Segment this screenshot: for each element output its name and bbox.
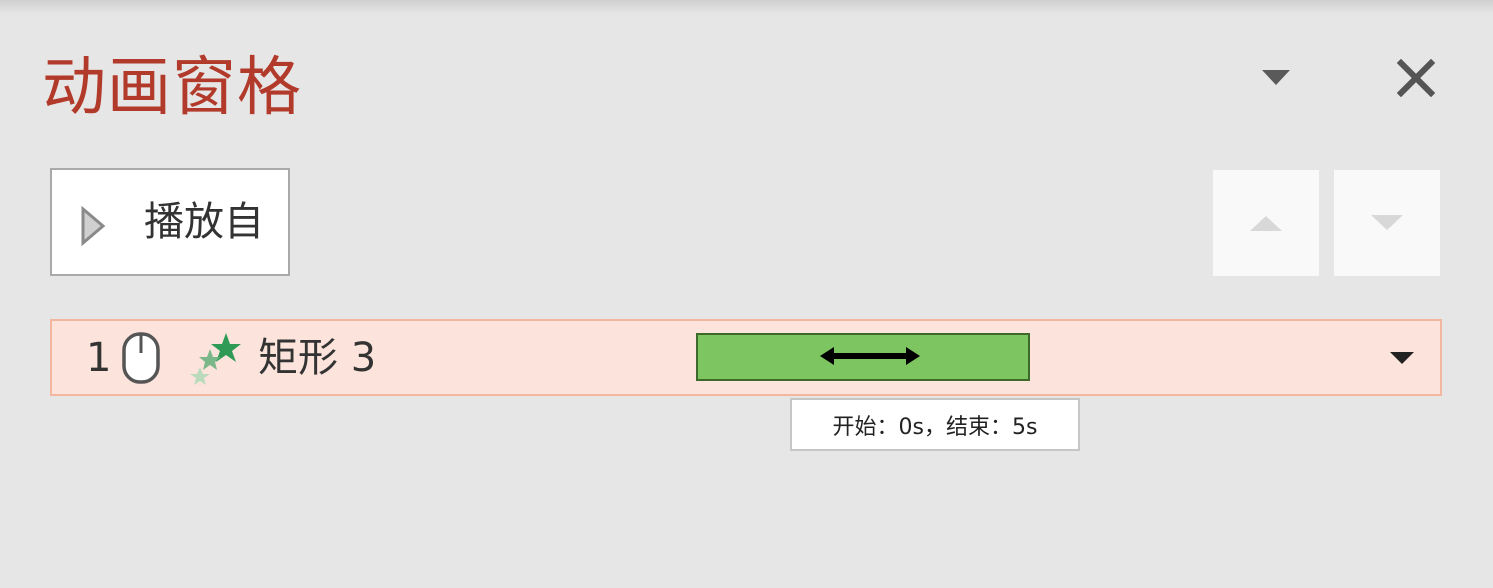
move-up-icon bbox=[1250, 216, 1282, 231]
move-down-button[interactable] bbox=[1334, 170, 1440, 276]
play-from-button[interactable]: 播放自 bbox=[50, 168, 290, 276]
move-up-button[interactable] bbox=[1213, 170, 1319, 276]
animation-timing-bar[interactable] bbox=[696, 333, 1030, 381]
row-dropdown-icon[interactable] bbox=[1388, 349, 1416, 367]
close-icon bbox=[1397, 59, 1435, 97]
play-triangle-icon bbox=[81, 206, 106, 246]
pane-options-button[interactable] bbox=[1252, 58, 1300, 98]
animation-object-name: 矩形 3 bbox=[258, 335, 377, 381]
resize-horizontal-icon bbox=[820, 347, 920, 365]
mouse-icon bbox=[122, 332, 160, 384]
animation-list-item[interactable]: 1 矩形 3 bbox=[50, 319, 1442, 396]
caret-down-icon bbox=[1262, 70, 1290, 85]
timing-tooltip: 开始：0s，结束：5s bbox=[790, 398, 1080, 451]
pane-title: 动画窗格 bbox=[42, 51, 302, 125]
close-button[interactable] bbox=[1392, 54, 1440, 102]
animation-sequence-number: 1 bbox=[86, 335, 112, 381]
play-from-label: 播放自 bbox=[144, 199, 264, 245]
emphasis-stars-icon bbox=[190, 333, 241, 385]
move-down-icon bbox=[1371, 215, 1403, 230]
pane-top-edge bbox=[0, 0, 1493, 14]
